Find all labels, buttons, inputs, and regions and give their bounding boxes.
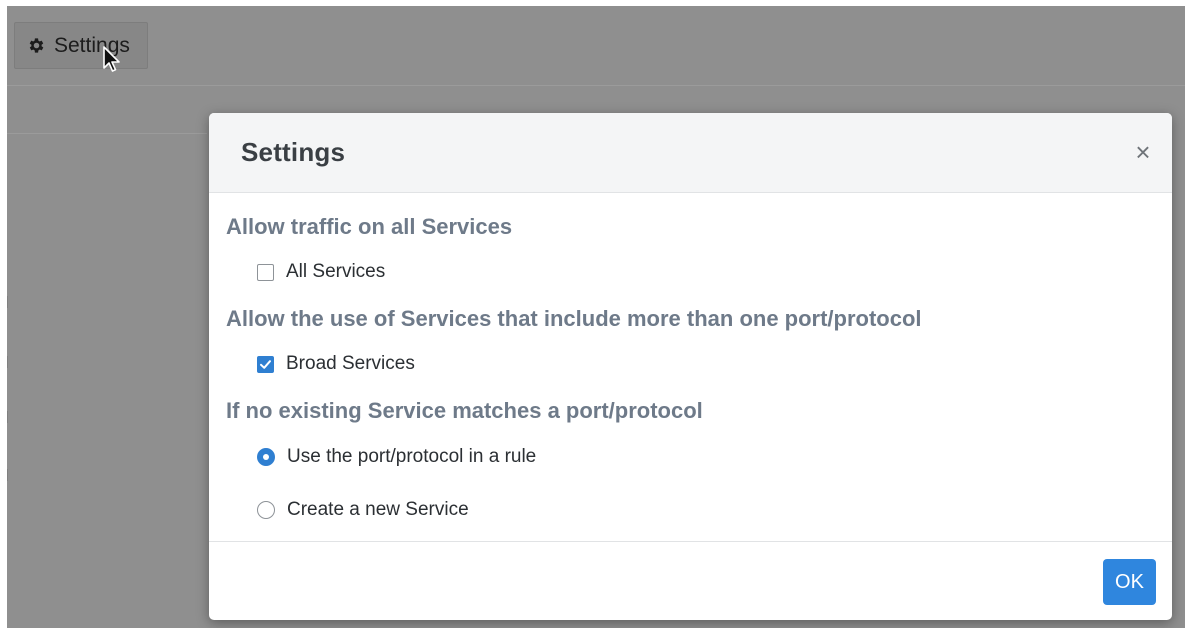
divider — [7, 133, 207, 134]
ok-button[interactable]: OK — [1103, 559, 1156, 605]
divider — [7, 356, 8, 368]
gear-icon — [27, 36, 46, 55]
broad-services-checkbox[interactable] — [257, 355, 274, 373]
create-service-radio-option[interactable]: Create a new Service — [257, 499, 469, 521]
mouse-pointer-icon — [103, 46, 120, 72]
use-port-protocol-radio-option[interactable]: Use the port/protocol in a rule — [257, 446, 536, 468]
settings-dialog: Settings × Allow traffic on all Services… — [209, 113, 1172, 620]
broad-services-checkbox-option[interactable]: Broad Services — [257, 353, 415, 375]
dialog-header: Settings × — [209, 113, 1172, 193]
all-services-label: All Services — [286, 261, 386, 282]
checkmark-icon — [260, 359, 271, 369]
broad-services-label: Broad Services — [286, 353, 415, 374]
all-services-checkbox-option[interactable]: All Services — [257, 261, 385, 283]
use-port-protocol-label: Use the port/protocol in a rule — [287, 446, 537, 467]
close-button[interactable]: × — [1130, 137, 1156, 167]
dialog-title: Settings — [241, 137, 346, 167]
all-services-checkbox[interactable] — [257, 263, 274, 281]
section-heading-all-traffic: Allow traffic on all Services — [226, 214, 513, 239]
divider — [7, 296, 8, 308]
section-heading-multi-port: Allow the use of Services that include m… — [226, 306, 922, 331]
settings-button[interactable]: Settings — [14, 22, 148, 69]
create-service-radio[interactable] — [257, 501, 275, 519]
create-service-label: Create a new Service — [287, 499, 469, 520]
section-heading-no-match: If no existing Service matches a port/pr… — [226, 398, 703, 423]
divider — [7, 411, 8, 423]
use-port-protocol-radio[interactable] — [257, 448, 275, 466]
divider — [7, 85, 1185, 86]
divider — [7, 469, 8, 481]
dialog-footer: OK — [209, 541, 1172, 620]
